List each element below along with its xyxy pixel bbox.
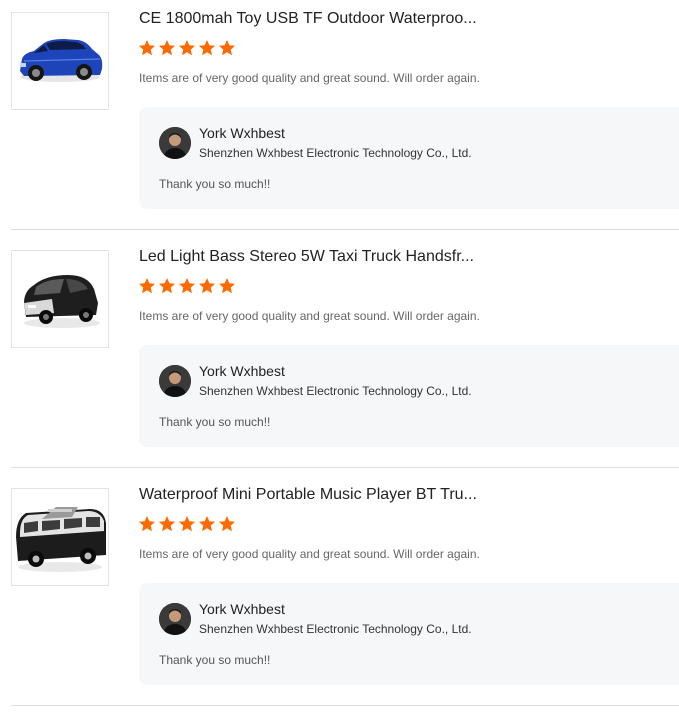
star-icon bbox=[139, 40, 155, 56]
divider bbox=[11, 229, 679, 230]
rating-stars bbox=[138, 515, 236, 533]
star-icon bbox=[179, 278, 195, 294]
star-icon bbox=[219, 516, 235, 532]
review-item: CE 1800mah Toy USB TF Outdoor Waterproo.… bbox=[0, 0, 679, 238]
star-icon bbox=[219, 40, 235, 56]
review-comment: Items are of very good quality and great… bbox=[139, 309, 480, 323]
seller-name: York Wxhbest bbox=[199, 363, 285, 379]
product-title[interactable]: Waterproof Mini Portable Music Player BT… bbox=[139, 485, 477, 505]
black-mini-car-image bbox=[24, 275, 100, 328]
reply-text: Thank you so much!! bbox=[159, 177, 271, 191]
rating-stars bbox=[138, 39, 236, 57]
divider bbox=[11, 467, 679, 468]
product-title[interactable]: Led Light Bass Stereo 5W Taxi Truck Hand… bbox=[139, 247, 474, 267]
black-van-bus-image bbox=[16, 507, 106, 572]
star-icon bbox=[159, 40, 175, 56]
seller-reply: York Wxhbest Shenzhen Wxhbest Electronic… bbox=[139, 107, 679, 209]
reply-text: Thank you so much!! bbox=[159, 415, 271, 429]
seller-company: Shenzhen Wxhbest Electronic Technology C… bbox=[199, 384, 472, 398]
star-icon bbox=[159, 516, 175, 532]
star-icon bbox=[179, 516, 195, 532]
avatar bbox=[159, 603, 191, 635]
product-thumbnail[interactable] bbox=[11, 12, 109, 110]
seller-reply: York Wxhbest Shenzhen Wxhbest Electronic… bbox=[139, 345, 679, 447]
divider bbox=[11, 705, 679, 706]
star-icon bbox=[179, 40, 195, 56]
review-comment: Items are of very good quality and great… bbox=[139, 71, 480, 85]
seller-reply: York Wxhbest Shenzhen Wxhbest Electronic… bbox=[139, 583, 679, 685]
star-icon bbox=[139, 516, 155, 532]
seller-company: Shenzhen Wxhbest Electronic Technology C… bbox=[199, 622, 472, 636]
star-icon bbox=[159, 278, 175, 294]
review-item: Waterproof Mini Portable Music Player BT… bbox=[0, 476, 679, 714]
seller-name: York Wxhbest bbox=[199, 601, 285, 617]
rating-stars bbox=[138, 277, 236, 295]
seller-name: York Wxhbest bbox=[199, 125, 285, 141]
blue-suv-image bbox=[20, 39, 103, 82]
review-item: Led Light Bass Stereo 5W Taxi Truck Hand… bbox=[0, 238, 679, 476]
product-thumbnail[interactable] bbox=[11, 488, 109, 586]
product-title[interactable]: CE 1800mah Toy USB TF Outdoor Waterproo.… bbox=[139, 9, 477, 29]
star-icon bbox=[139, 278, 155, 294]
review-comment: Items are of very good quality and great… bbox=[139, 547, 480, 561]
avatar bbox=[159, 365, 191, 397]
product-thumbnail[interactable] bbox=[11, 250, 109, 348]
reply-text: Thank you so much!! bbox=[159, 653, 271, 667]
star-icon bbox=[199, 278, 215, 294]
star-icon bbox=[199, 40, 215, 56]
star-icon bbox=[219, 278, 235, 294]
star-icon bbox=[199, 516, 215, 532]
seller-company: Shenzhen Wxhbest Electronic Technology C… bbox=[199, 146, 472, 160]
avatar bbox=[159, 127, 191, 159]
